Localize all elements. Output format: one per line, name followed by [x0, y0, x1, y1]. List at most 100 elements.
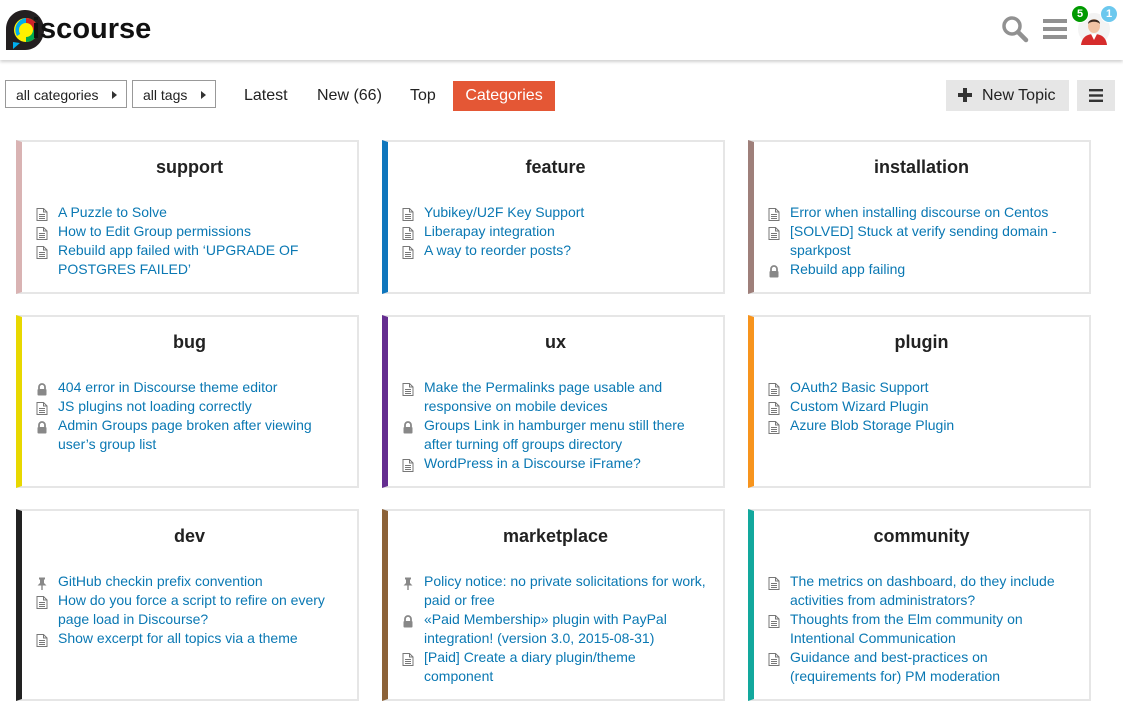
- nav-categories[interactable]: Categories: [453, 81, 555, 111]
- topic-title: Rebuild app failed with ‘UPGRADE OF POST…: [58, 242, 299, 277]
- category-box-bug[interactable]: bug 404 error in Discourse theme editor JS…: [16, 315, 359, 488]
- category-box-feature[interactable]: feature Yubikey/U2F Key Support Liberapay …: [382, 140, 725, 294]
- tags-dropdown[interactable]: all tags: [132, 80, 216, 108]
- document-icon: [36, 245, 48, 259]
- tags-dropdown-label: all tags: [143, 87, 188, 103]
- document-icon: [768, 652, 780, 666]
- topic-link[interactable]: Yubikey/U2F Key Support: [402, 203, 707, 222]
- topic-list: OAuth2 Basic Support Custom Wizard Plugin…: [768, 378, 1073, 435]
- category-box-marketplace[interactable]: marketplace Policy notice: no private sol…: [382, 509, 725, 701]
- topic-title: 404 error in Discourse theme editor: [58, 379, 278, 395]
- nav-new[interactable]: New (66): [305, 81, 394, 111]
- category-box-community[interactable]: community The metrics on dashboard, do th…: [748, 509, 1091, 701]
- categories-dropdown[interactable]: all categories: [5, 80, 127, 108]
- topic-link[interactable]: «Paid Membership» plugin with PayPal int…: [402, 610, 707, 648]
- topic-title: «Paid Membership» plugin with PayPal int…: [424, 611, 667, 646]
- topic-title: JS plugins not loading correctly: [58, 398, 252, 414]
- document-icon: [36, 401, 48, 415]
- topic-list: GitHub checkin prefix convention How do y…: [36, 572, 341, 648]
- topic-title: [SOLVED] Stuck at verify sending domain …: [790, 223, 1057, 258]
- topic-title: Liberapay integration: [424, 223, 555, 239]
- topic-title: WordPress in a Discourse iFrame?: [424, 455, 641, 471]
- category-box-ux[interactable]: ux Make the Permalinks page usable and re…: [382, 315, 725, 488]
- topic-title: Make the Permalinks page usable and resp…: [424, 379, 663, 414]
- topic-link[interactable]: [SOLVED] Stuck at verify sending domain …: [768, 222, 1073, 260]
- document-icon: [402, 226, 414, 240]
- category-title[interactable]: marketplace: [388, 526, 723, 547]
- notification-badge-green[interactable]: 5: [1071, 5, 1089, 23]
- document-icon: [402, 207, 414, 221]
- category-title[interactable]: community: [754, 526, 1089, 547]
- topic-link[interactable]: Policy notice: no private solicitations …: [402, 572, 707, 610]
- document-icon: [402, 458, 414, 472]
- topic-link[interactable]: Error when installing discourse on Cento…: [768, 203, 1073, 222]
- topic-link[interactable]: JS plugins not loading correctly: [36, 397, 341, 416]
- topic-link[interactable]: Rebuild app failing: [768, 260, 1073, 279]
- topic-link[interactable]: GitHub checkin prefix convention: [36, 572, 341, 591]
- topic-list: The metrics on dashboard, do they includ…: [768, 572, 1073, 686]
- discourse-logo[interactable]: iscourse: [5, 9, 160, 51]
- document-icon: [768, 207, 780, 221]
- category-box-dev[interactable]: dev GitHub checkin prefix convention How d…: [16, 509, 359, 701]
- topic-list: 404 error in Discourse theme editor JS pl…: [36, 378, 341, 454]
- topic-title: Rebuild app failing: [790, 261, 906, 277]
- topic-link[interactable]: Guidance and best-practices on (requirem…: [768, 648, 1073, 686]
- category-box-support[interactable]: support A Puzzle to Solve How to Edit Grou…: [16, 140, 359, 294]
- bulk-select-button[interactable]: [1077, 80, 1115, 111]
- topic-link[interactable]: How to Edit Group permissions: [36, 222, 341, 241]
- category-title[interactable]: bug: [22, 332, 357, 353]
- topic-link[interactable]: Thoughts from the Elm community on Inten…: [768, 610, 1073, 648]
- document-icon: [36, 207, 48, 221]
- topic-link[interactable]: A way to reorder posts?: [402, 241, 707, 260]
- topic-link[interactable]: The metrics on dashboard, do they includ…: [768, 572, 1073, 610]
- pin-icon: [402, 576, 414, 590]
- document-icon: [768, 614, 780, 628]
- search-icon[interactable]: [1001, 15, 1029, 43]
- topic-link[interactable]: Rebuild app failed with ‘UPGRADE OF POST…: [36, 241, 341, 279]
- topic-title: A Puzzle to Solve: [58, 204, 167, 220]
- hamburger-menu-icon[interactable]: [1041, 15, 1069, 43]
- topic-link[interactable]: Admin Groups page broken after viewing u…: [36, 416, 341, 454]
- topic-link[interactable]: Azure Blob Storage Plugin: [768, 416, 1073, 435]
- topic-title: Error when installing discourse on Cento…: [790, 204, 1049, 220]
- topic-link[interactable]: A Puzzle to Solve: [36, 203, 341, 222]
- topic-link[interactable]: 404 error in Discourse theme editor: [36, 378, 341, 397]
- lock-icon: [402, 420, 414, 434]
- topic-title: GitHub checkin prefix convention: [58, 573, 263, 589]
- category-title[interactable]: support: [22, 157, 357, 178]
- nav-top[interactable]: Top: [398, 81, 448, 111]
- category-title[interactable]: dev: [22, 526, 357, 547]
- topic-list: Policy notice: no private solicitations …: [402, 572, 707, 686]
- topic-title: Policy notice: no private solicitations …: [424, 573, 706, 608]
- category-box-installation[interactable]: installation Error when installing discou…: [748, 140, 1091, 294]
- category-title[interactable]: installation: [754, 157, 1089, 178]
- logo-text: iscourse: [32, 13, 152, 45]
- topic-title: OAuth2 Basic Support: [790, 379, 929, 395]
- category-box-plugin[interactable]: plugin OAuth2 Basic Support Custom Wizard …: [748, 315, 1091, 488]
- document-icon: [768, 576, 780, 590]
- list-icon: [1089, 89, 1103, 102]
- topic-link[interactable]: How do you force a script to refire on e…: [36, 591, 341, 629]
- topic-link[interactable]: WordPress in a Discourse iFrame?: [402, 454, 707, 473]
- new-topic-label: New Topic: [982, 87, 1056, 104]
- topic-title: Yubikey/U2F Key Support: [424, 204, 585, 220]
- topic-link[interactable]: Show excerpt for all topics via a theme: [36, 629, 341, 648]
- site-header: iscourse 5 1: [0, 0, 1123, 60]
- topic-link[interactable]: Custom Wizard Plugin: [768, 397, 1073, 416]
- topic-link[interactable]: Liberapay integration: [402, 222, 707, 241]
- category-title[interactable]: plugin: [754, 332, 1089, 353]
- new-topic-button[interactable]: New Topic: [946, 80, 1069, 111]
- nav-latest[interactable]: Latest: [232, 81, 300, 111]
- topic-link[interactable]: Make the Permalinks page usable and resp…: [402, 378, 707, 416]
- categories-dropdown-label: all categories: [16, 87, 99, 103]
- category-title[interactable]: feature: [388, 157, 723, 178]
- notification-badge-blue[interactable]: 1: [1100, 5, 1118, 23]
- topic-title: Show excerpt for all topics via a theme: [58, 630, 298, 646]
- document-icon: [402, 245, 414, 259]
- topic-link[interactable]: OAuth2 Basic Support: [768, 378, 1073, 397]
- topic-list: A Puzzle to Solve How to Edit Group permi…: [36, 203, 341, 279]
- topic-link[interactable]: Groups Link in hamburger menu still ther…: [402, 416, 707, 454]
- document-icon: [402, 652, 414, 666]
- category-title[interactable]: ux: [388, 332, 723, 353]
- topic-link[interactable]: [Paid] Create a diary plugin/theme compo…: [402, 648, 707, 686]
